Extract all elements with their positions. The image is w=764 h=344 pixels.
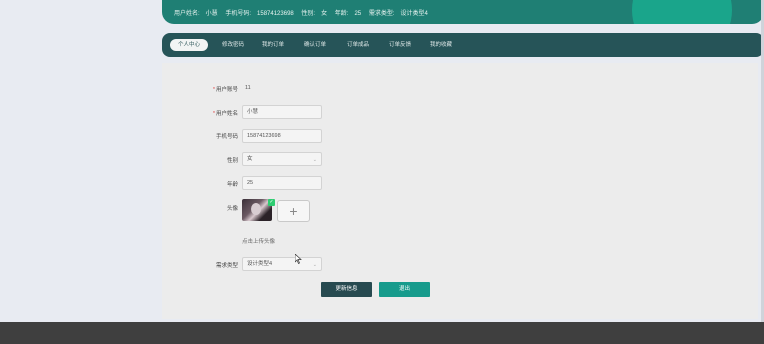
- phone-input[interactable]: 15874123698: [242, 129, 322, 143]
- account-value: 11: [245, 85, 251, 91]
- gender-select[interactable]: 女 ⌄: [242, 152, 322, 166]
- chevron-down-icon: ⌄: [312, 157, 317, 163]
- phone-label: 手机号码: [215, 134, 238, 140]
- tab-confirm-orders[interactable]: 确认订单: [302, 39, 328, 51]
- tab-order-products[interactable]: 订单成品: [345, 39, 371, 51]
- avatar-label: 头像: [226, 206, 238, 212]
- tab-my-favorites[interactable]: 我的收藏: [428, 39, 454, 51]
- user-info-banner: 用户姓名: 小慧 手机号码: 15874123698 性别: 女 年龄: 25 需求类型…: [162, 0, 764, 24]
- upload-avatar-button[interactable]: +: [277, 200, 310, 222]
- user-nav-bar: 个人中心 修改密码 我的订单 确认订单 订单成品 订单反馈 我的收藏: [162, 33, 764, 57]
- name-label: *用户姓名: [212, 111, 238, 117]
- update-info-button[interactable]: 更新信息: [321, 282, 372, 297]
- gender-label: 性别: [226, 158, 238, 164]
- username-value: 小慧: [205, 11, 218, 17]
- page-footer: [0, 322, 764, 344]
- phone-value: 15874123698: [257, 11, 294, 17]
- gender-value: 女: [321, 11, 328, 17]
- tab-my-orders[interactable]: 我的订单: [260, 39, 286, 51]
- banner-decoration: [632, 0, 732, 24]
- tab-order-feedback[interactable]: 订单反馈: [387, 39, 413, 51]
- user-summary: 用户姓名: 小慧 手机号码: 15874123698 性别: 女 年龄: 25 需求类型…: [174, 8, 434, 17]
- mouse-cursor-icon: [294, 253, 302, 266]
- avatar-upload-hint: 点击上传头像: [242, 239, 276, 245]
- tab-personal-center[interactable]: 个人中心: [170, 39, 208, 51]
- required-mark: *: [212, 111, 215, 117]
- chevron-down-icon: ⌄: [312, 262, 317, 268]
- avatar-face: [251, 203, 261, 215]
- username-label: 用户姓名:: [174, 11, 200, 17]
- account-label: *用户账号: [212, 87, 238, 93]
- need-type-label: 需求类型: [215, 263, 238, 269]
- gender-label: 性别:: [301, 11, 316, 17]
- age-label: 年龄:: [334, 11, 349, 17]
- age-label: 年龄: [226, 182, 238, 188]
- phone-label: 手机号码:: [225, 11, 252, 17]
- need-type-select[interactable]: 设计类型4 ⌄: [242, 257, 322, 271]
- name-input[interactable]: 小慧: [242, 105, 322, 119]
- need-type-label: 需求类型:: [368, 11, 395, 17]
- age-value: 25: [354, 11, 362, 17]
- required-mark: *: [212, 87, 215, 93]
- profile-card: [162, 63, 758, 319]
- need-type-value: 设计类型4: [400, 11, 428, 17]
- tab-change-password[interactable]: 修改密码: [220, 39, 246, 51]
- check-icon: ✓: [268, 199, 275, 206]
- logout-button[interactable]: 退出: [379, 282, 430, 297]
- age-input[interactable]: 25: [242, 176, 322, 190]
